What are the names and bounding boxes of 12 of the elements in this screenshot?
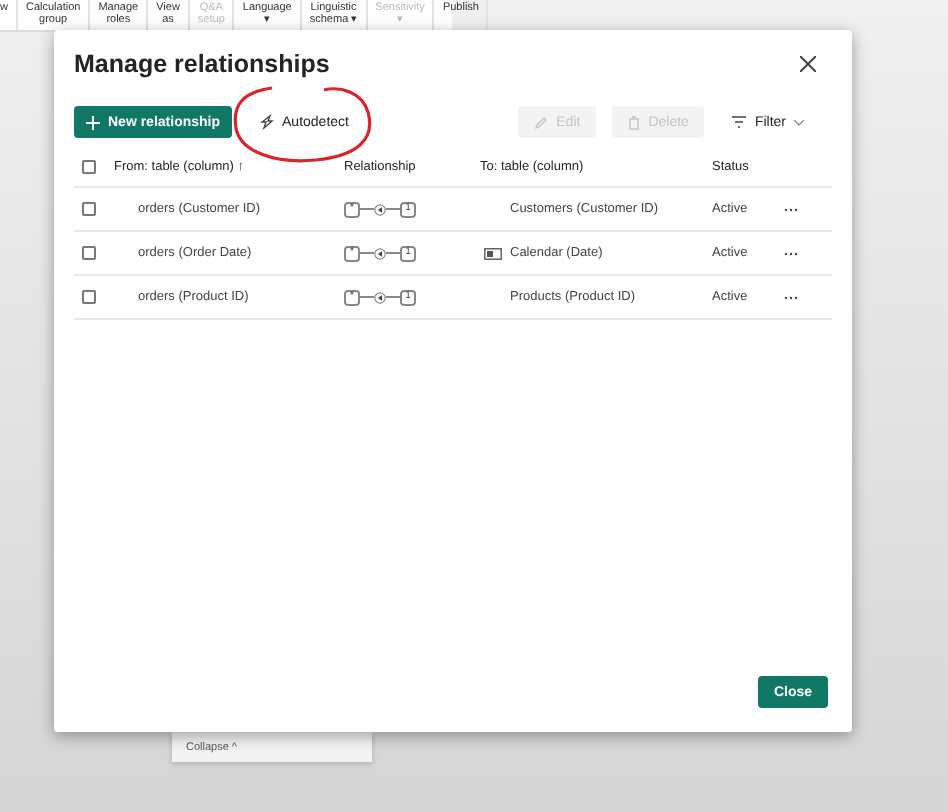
filter-icon (732, 116, 747, 128)
dialog-title: Manage relationships (74, 50, 330, 78)
row-checkbox[interactable] (82, 202, 96, 216)
row-checkbox[interactable] (82, 246, 96, 260)
close-icon[interactable] (800, 56, 816, 72)
trash-icon (628, 115, 641, 129)
chevron-icon (794, 119, 804, 125)
pencil-icon (534, 115, 549, 129)
select-all-checkbox[interactable] (82, 159, 96, 173)
lightning-icon (260, 114, 275, 130)
row-checkbox[interactable] (82, 290, 96, 304)
plus-icon (86, 115, 100, 129)
